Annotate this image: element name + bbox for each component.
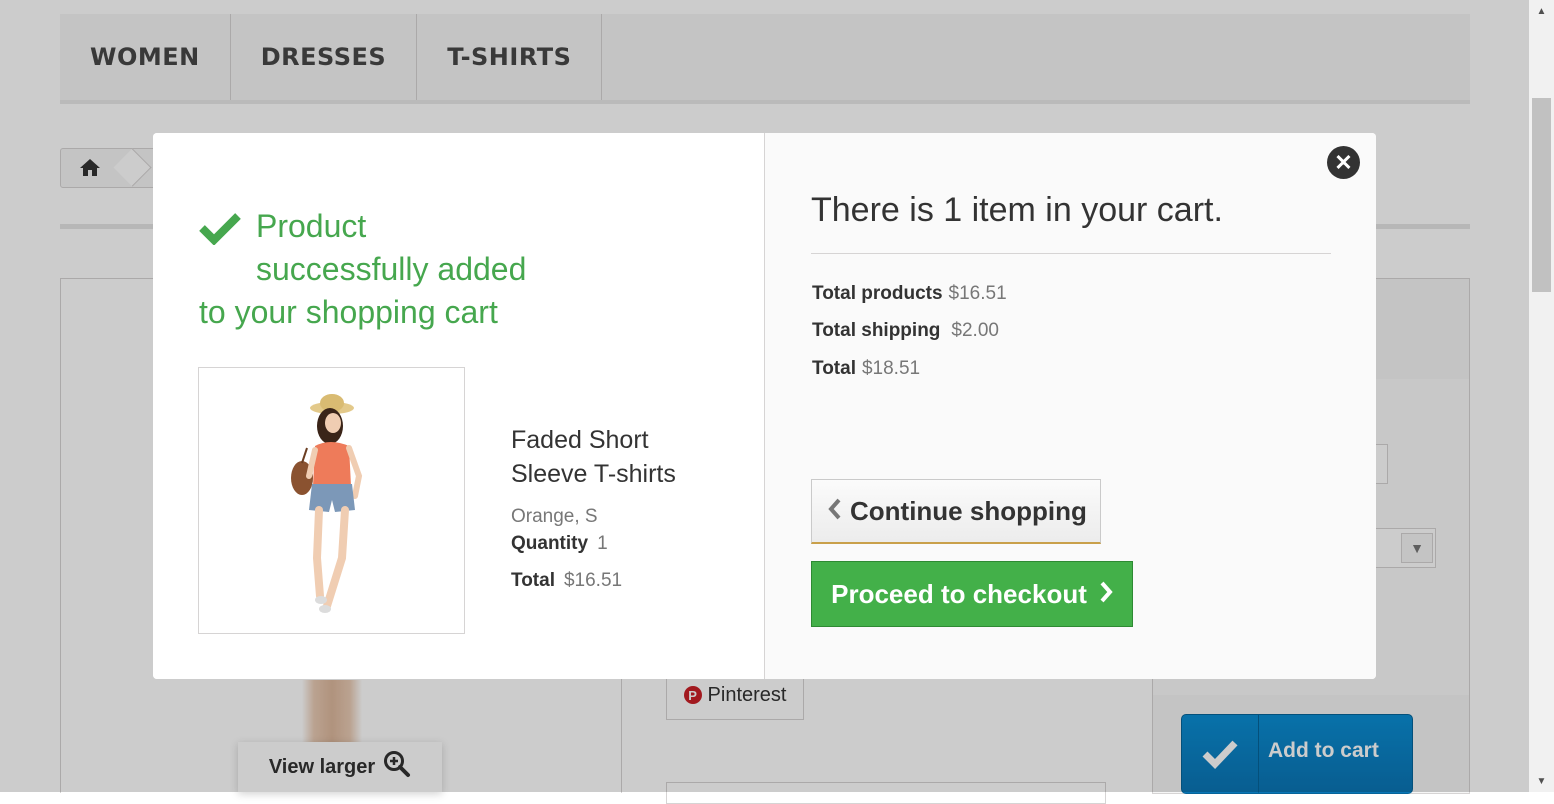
quantity-label: Quantity	[511, 533, 589, 554]
total-shipping-value: $2.00	[951, 320, 999, 341]
scroll-up-icon[interactable]: ▲	[1529, 2, 1554, 20]
checkout-label: Proceed to checkout	[831, 578, 1087, 609]
product-total: Total $16.51	[511, 570, 622, 592]
product-quantity: Quantity 1	[511, 533, 608, 555]
product-name: Faded Short Sleeve T-shirts	[511, 426, 676, 488]
scroll-down-icon[interactable]: ▼	[1529, 772, 1554, 790]
total-products-label: Total products	[812, 283, 943, 304]
success-line-2: successfully added	[256, 251, 527, 287]
quantity-value: 1	[597, 533, 608, 554]
product-thumbnail	[198, 367, 465, 634]
cart-count-heading: There is 1 item in your cart.	[811, 191, 1223, 229]
cart-divider	[811, 253, 1331, 254]
product-attributes: Orange, S	[511, 506, 598, 527]
modal-product-panel: Product successfully added to your shopp…	[153, 133, 765, 679]
product-total-label: Total	[511, 570, 555, 591]
cart-total-value: $18.51	[861, 358, 921, 379]
total-products-value: $16.51	[948, 283, 1007, 304]
total-shipping-label: Total shipping	[812, 320, 941, 341]
proceed-to-checkout-button[interactable]: Proceed to checkout	[811, 561, 1133, 627]
chevron-right-icon	[1099, 579, 1113, 610]
close-icon[interactable]: ✕	[1327, 146, 1360, 179]
page-scrollbar[interactable]: ▲ ▼	[1529, 0, 1554, 792]
cart-confirmation-modal: Product successfully added to your shopp…	[153, 133, 1376, 679]
continue-shopping-label: Continue shopping	[850, 495, 1087, 526]
scrollbar-thumb[interactable]	[1532, 98, 1551, 292]
chevron-left-icon	[828, 496, 842, 527]
cart-total-label: Total	[812, 358, 856, 379]
success-check-icon	[199, 211, 241, 256]
success-line-1: Product	[256, 208, 367, 244]
product-total-value: $16.51	[563, 570, 623, 591]
success-line-3: to your shopping cart	[199, 294, 498, 330]
total-products-row: Total products $16.51	[812, 283, 1007, 305]
total-shipping-row: Total shipping $2.00	[812, 320, 999, 342]
cart-total-row: Total $18.51	[812, 358, 920, 380]
modal-cart-panel: ✕ There is 1 item in your cart. Total pr…	[765, 133, 1376, 679]
continue-shopping-button[interactable]: Continue shopping	[811, 479, 1101, 544]
